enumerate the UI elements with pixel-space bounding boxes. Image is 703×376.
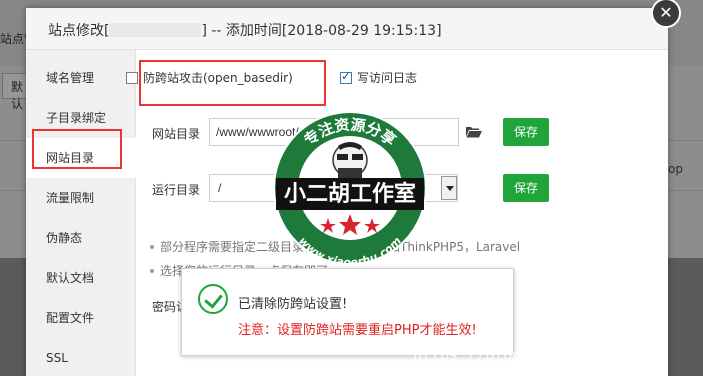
blog-watermark: https://blog.csdn.net/msllws [413, 346, 666, 364]
toast-title: 已清除防跨站设置! [238, 297, 348, 312]
run-dir-label: 运行目录 [152, 183, 201, 197]
option-anti-cross-site[interactable]: 防跨站攻击(open_basedir) [126, 69, 293, 87]
dialog-title-suffix: ] -- 添加时间[2018-08-29 19:15:13] [201, 23, 442, 39]
sidebar-item-default-doc[interactable]: 默认文档 [26, 258, 136, 298]
dialog-title-prefix: 站点修改[ [48, 23, 110, 39]
run-dir-save-button[interactable]: 保存 [503, 174, 549, 202]
anti-cross-site-label: 防跨站攻击(open_basedir) [143, 71, 293, 85]
folder-open-icon[interactable] [466, 126, 482, 138]
sidebar-item-domain[interactable]: 域名管理 [26, 58, 136, 98]
highlight-box-site-directory [32, 129, 122, 169]
bullet-dot [150, 269, 154, 273]
bullet-dot [150, 245, 154, 249]
dialog-header: 站点修改[ ] -- 添加时间[2018-08-29 19:15:13] [26, 8, 668, 50]
dialog-title: 站点修改[ ] -- 添加时间[2018-08-29 19:15:13] [48, 20, 442, 40]
stamp-center-text: 小二胡工作室 [284, 181, 416, 207]
masked-site-name [109, 23, 202, 37]
check-circle-icon [198, 284, 228, 314]
site-dir-save-button[interactable]: 保存 [503, 118, 549, 146]
sidebar-item-rewrite[interactable]: 伪静态 [26, 218, 136, 258]
studio-watermark-stamp: 小二胡工作室 专注资源分享 www.xiaoerhu.com [273, 111, 427, 268]
site-dir-label: 网站目录 [152, 127, 201, 141]
anti-cross-site-checkbox[interactable] [126, 72, 138, 84]
dialog-sidebar: 域名管理 子目录绑定 网站目录 流量限制 伪静态 默认文档 配置文件 SSL [26, 50, 136, 376]
success-toast: 已清除防跨站设置! 注意：设置防跨站需要重启PHP才能生效! [181, 268, 514, 356]
option-write-access-log[interactable]: 写访问日志 [340, 69, 417, 87]
sidebar-item-traffic-limit[interactable]: 流量限制 [26, 178, 136, 218]
sidebar-item-ssl[interactable]: SSL [26, 338, 136, 376]
chevron-down-icon[interactable] [441, 176, 457, 200]
toast-warning: 注意：设置防跨站需要重启PHP才能生效! [238, 323, 477, 338]
write-access-log-checkbox[interactable] [340, 69, 352, 84]
sidebar-item-config-file[interactable]: 配置文件 [26, 298, 136, 338]
write-access-log-label: 写访问日志 [357, 71, 418, 85]
